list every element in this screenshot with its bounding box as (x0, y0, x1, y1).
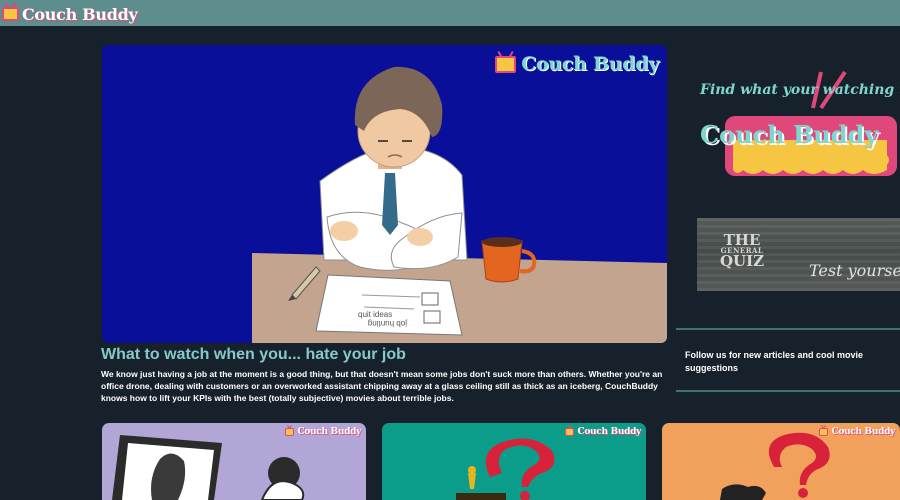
quiz-title: THE GENERAL QUIZ (711, 233, 773, 270)
general-quiz-banner[interactable]: THE GENERAL QUIZ Test yourself (697, 218, 900, 291)
site-logo-text: Couch Buddy (22, 4, 138, 24)
hero-brand-text: Couch Buddy (521, 53, 659, 75)
hero-illustration: job hunting quit ideas (252, 66, 667, 343)
quiz-subtitle: Test yourself (809, 261, 900, 280)
article-card-1[interactable]: Couch Buddy (102, 423, 366, 500)
card-3-brand: Couch Buddy (819, 427, 895, 437)
tv-icon (285, 428, 295, 436)
tv-icon (565, 428, 575, 436)
article-card-2[interactable]: Couch Buddy (382, 423, 646, 500)
hero-brand-badge: Couch Buddy (495, 53, 659, 75)
top-bar: Couch Buddy (0, 0, 900, 26)
divider (676, 328, 900, 330)
paper-note-1: quit ideas (358, 310, 392, 319)
card-2-brand: Couch Buddy (565, 427, 641, 437)
card-3-brand-text: Couch Buddy (831, 427, 895, 437)
article-description: We know just having a job at the moment … (101, 369, 663, 403)
card-1-brand: Couch Buddy (285, 427, 361, 437)
quiz-title-bottom: QUIZ (719, 252, 765, 270)
couch-buddy-promo[interactable]: Find what your watching tonight Couch Bu… (697, 70, 900, 188)
tv-icon (2, 7, 19, 21)
tv-icon (819, 428, 829, 436)
promo-brand-name: Couch Buddy (700, 120, 879, 149)
card-2-brand-text: Couch Buddy (577, 427, 641, 437)
paper-note-2: job hunting (368, 319, 408, 328)
promo-tagline: Find what your watching tonight (700, 82, 900, 98)
article-card-3[interactable]: Couch Buddy (662, 423, 900, 500)
hero-article-image[interactable]: job hunting quit ideas Couch Buddy (102, 45, 667, 343)
site-logo[interactable]: Couch Buddy (2, 4, 138, 24)
article-title[interactable]: What to watch when you... hate your job (101, 346, 671, 364)
divider (676, 390, 900, 392)
follow-us-text: Follow us for new articles and cool movi… (685, 350, 864, 373)
card-1-brand-text: Couch Buddy (297, 427, 361, 437)
tv-icon (495, 55, 517, 73)
